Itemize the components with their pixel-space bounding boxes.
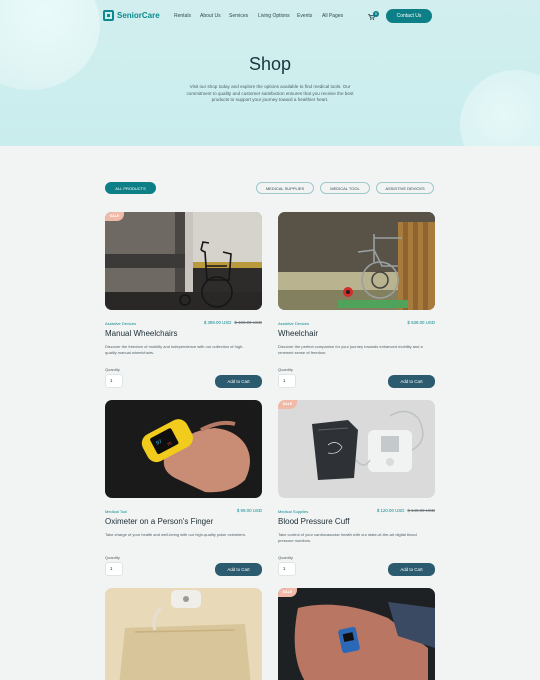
product-description: Discover the freedom of mobility and ind… — [105, 344, 244, 355]
product-category: Assistive Devices — [105, 321, 137, 326]
nav-item-all-pages[interactable]: All Pages — [322, 13, 343, 19]
current-price: $ 539.00 USD — [407, 320, 435, 325]
product-description: Take control of your cardiovascular heal… — [278, 532, 417, 543]
product-image[interactable]: 97 70 — [105, 400, 262, 498]
contact-us-button[interactable]: Contact Us — [386, 9, 432, 23]
product-category: Medical Supplies — [278, 509, 309, 514]
brand-logo[interactable]: SeniorCare — [103, 10, 160, 21]
quantity-label: Quantity — [105, 555, 120, 560]
sale-badge: SALE — [105, 212, 124, 221]
old-price: $ 149.00 USD — [407, 508, 435, 513]
quantity-label: Quantity — [105, 367, 120, 372]
nav-item-services[interactable]: Services — [229, 13, 248, 19]
house-cross-icon — [103, 10, 114, 21]
quantity-label: Quantity — [278, 367, 293, 372]
product-image[interactable] — [278, 212, 435, 310]
product-description: Take charge of your health and well-bein… — [105, 532, 246, 537]
product-image[interactable]: SALE — [105, 212, 262, 310]
product-card: SALE Assistive Devices $ 399.00 USD $ 499… — [105, 212, 262, 392]
product-price: $ 399.00 USD $ 499.00 USD — [204, 320, 262, 325]
product-title[interactable]: Oximeter on a Person's Finger — [105, 517, 213, 526]
quantity-input[interactable]: 1 — [278, 374, 296, 388]
sale-badge: SALE — [278, 400, 297, 409]
filter-medical-supplies[interactable]: MEDICAL SUPPLIES — [256, 182, 314, 194]
old-price: $ 499.00 USD — [234, 320, 262, 325]
product-card — [105, 588, 262, 680]
product-price: $ 99.00 USD — [237, 508, 262, 513]
product-card: SALE — [278, 588, 435, 680]
current-price: $ 120.00 USD — [376, 508, 405, 513]
quantity-input[interactable]: 1 — [105, 374, 123, 388]
nav-item-about-us[interactable]: About Us — [200, 13, 221, 19]
hero-section: SeniorCare Rentals About Us Services Liv… — [0, 0, 540, 146]
decorative-blob — [0, 0, 100, 90]
add-to-cart-button[interactable]: Add to Cart — [215, 563, 262, 576]
product-category: Medical Tool — [105, 509, 128, 514]
nav-item-rentals[interactable]: Rentals — [174, 13, 191, 19]
page-title: Shop — [248, 54, 292, 74]
cart-button[interactable]: 0 — [368, 11, 380, 21]
add-to-cart-button[interactable]: Add to Cart — [388, 375, 435, 388]
add-to-cart-button[interactable]: Add to Cart — [215, 375, 262, 388]
product-title[interactable]: Wheelchair — [278, 329, 318, 338]
cart-count-badge: 0 — [373, 11, 379, 17]
nav-item-events[interactable]: Events — [297, 13, 312, 19]
product-title[interactable]: Blood Pressure Cuff — [278, 517, 349, 526]
product-title[interactable]: Manual Wheelchairs — [105, 329, 177, 338]
product-card: 97 70 Medical Tool $ 99.00 USD Oximeter … — [105, 400, 262, 580]
quantity-input[interactable]: 1 — [105, 562, 123, 576]
sale-badge: SALE — [278, 588, 297, 597]
quantity-label: Quantity — [278, 555, 293, 560]
brand-name-part2: Care — [141, 11, 160, 20]
decorative-blob — [460, 70, 540, 146]
quantity-input[interactable]: 1 — [278, 562, 296, 576]
filter-medical-tool[interactable]: MEDICAL TOOL — [320, 182, 370, 194]
current-price: $ 399.00 USD — [203, 320, 232, 325]
product-description: Discover the perfect companion for your … — [278, 344, 423, 355]
brand-name-part1: Senior — [117, 11, 142, 20]
product-card: Assistive Devices $ 539.00 USD Wheelchai… — [278, 212, 435, 392]
product-price: $ 120.00 USD $ 149.00 USD — [377, 508, 435, 513]
nav-item-living-options[interactable]: Living Options — [258, 13, 290, 19]
add-to-cart-button[interactable]: Add to Cart — [388, 563, 435, 576]
product-image[interactable]: SALE — [278, 588, 435, 680]
product-card: SALE Medical Supplies $ 120.00 USD $ 149.… — [278, 400, 435, 580]
filter-all-products[interactable]: ALL PRODUCTS — [105, 182, 156, 194]
product-price: $ 539.00 USD — [407, 320, 435, 325]
product-image[interactable]: SALE — [278, 400, 435, 498]
current-price: $ 99.00 USD — [236, 508, 262, 513]
hero-description: Visit our shop today and explore the opt… — [186, 84, 354, 102]
filter-assistive-devices[interactable]: ASSISTIVE DEVICES — [376, 182, 434, 194]
product-category: Assistive Devices — [278, 321, 310, 326]
product-image[interactable] — [105, 588, 262, 680]
